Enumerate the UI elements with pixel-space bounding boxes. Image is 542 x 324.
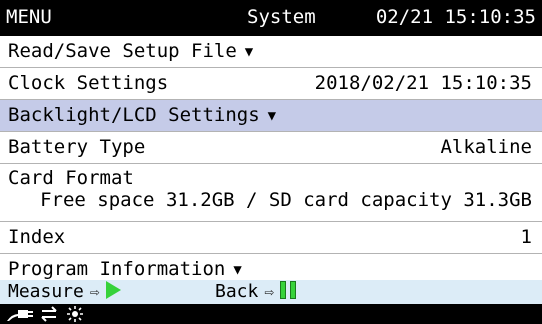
card-capacity-info: Free space 31.2GB / SD card capacity 31.…: [40, 189, 532, 211]
row-label: Card Format: [8, 167, 134, 189]
title-bar: MENU System 02/21 15:10:35: [0, 0, 542, 36]
backlight-icon: [67, 306, 83, 322]
menu-label[interactable]: MENU: [6, 6, 52, 28]
row-clock-settings[interactable]: Clock Settings 2018/02/21 15:10:35: [0, 68, 542, 100]
transfer-icon: [41, 306, 57, 322]
play-icon: [105, 281, 121, 299]
screen-title: System: [247, 6, 316, 28]
battery-type-value: Alkaline: [440, 136, 532, 158]
settings-list: Read/Save Setup File ▼ Clock Settings 201…: [0, 36, 542, 286]
measure-key-hint[interactable]: Measure ⇨: [8, 280, 121, 304]
row-label: Program Information: [8, 258, 226, 280]
right-arrow-icon: ⇨: [264, 282, 274, 301]
dropdown-triangle-icon: ▼: [267, 108, 277, 124]
row-label: Clock Settings: [8, 72, 169, 94]
row-index[interactable]: Index 1: [0, 222, 542, 254]
back-label: Back: [215, 281, 259, 302]
row-label: Backlight/LCD Settings: [8, 104, 260, 126]
clock-display: 02/21 15:10:35: [375, 6, 536, 28]
status-bar: [0, 304, 542, 324]
row-label: Index: [8, 226, 66, 248]
index-value: 1: [520, 226, 532, 248]
clock-settings-value: 2018/02/21 15:10:35: [314, 72, 532, 94]
back-key-hint[interactable]: Back ⇨: [215, 280, 296, 304]
dropdown-triangle-icon: ▼: [244, 44, 254, 60]
device-screen: MENU System 02/21 15:10:35 Read/Save Set…: [0, 0, 542, 324]
row-label: Battery Type: [8, 136, 146, 158]
ac-power-icon: [7, 310, 33, 321]
row-backlight-lcd-settings[interactable]: Backlight/LCD Settings ▼: [0, 100, 542, 132]
row-label: Read/Save Setup File: [8, 40, 237, 62]
pause-icon: [280, 281, 296, 299]
row-battery-type[interactable]: Battery Type Alkaline: [0, 132, 542, 164]
right-arrow-icon: ⇨: [89, 282, 100, 301]
measure-label: Measure: [8, 281, 84, 302]
key-guide-bar: Measure ⇨ Back ⇨: [0, 280, 542, 304]
row-card-format[interactable]: Card Format Free space 31.2GB / SD card …: [0, 164, 542, 222]
row-read-save-setup-file[interactable]: Read/Save Setup File ▼: [0, 36, 542, 68]
